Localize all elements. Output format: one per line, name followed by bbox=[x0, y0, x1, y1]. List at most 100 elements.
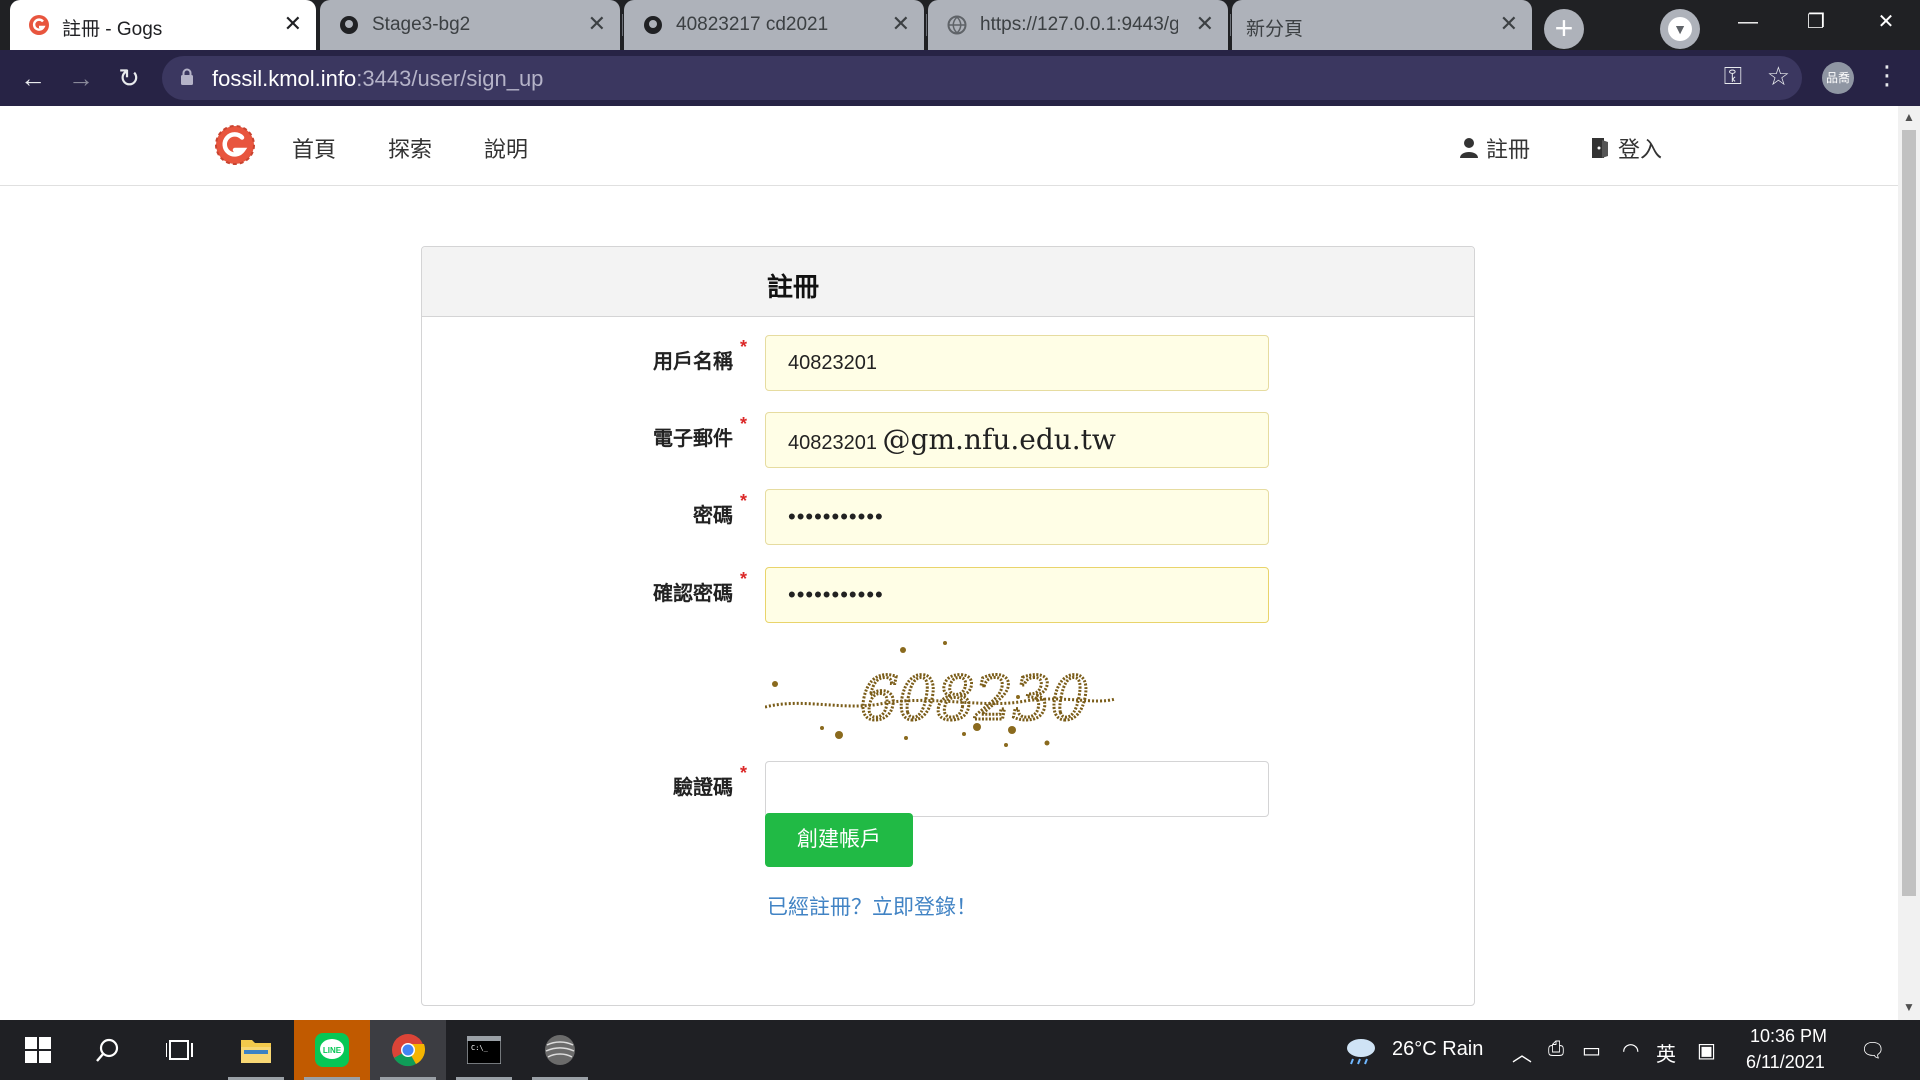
password-label-text: 密碼 bbox=[693, 505, 733, 527]
email-label-text: 電子郵件 bbox=[653, 428, 733, 450]
battery-icon[interactable]: ▭ bbox=[1582, 1038, 1601, 1063]
tab-close-icon[interactable]: ✕ bbox=[588, 11, 606, 37]
url-text: fossil.kmol.info:3443/user/sign_up bbox=[212, 66, 543, 92]
clock-time[interactable]: 10:36 PM bbox=[1750, 1026, 1827, 1047]
chrome-icon[interactable] bbox=[370, 1020, 446, 1080]
reload-icon[interactable]: ↻ bbox=[112, 61, 146, 95]
weather-text[interactable]: 26°C Rain bbox=[1392, 1038, 1483, 1061]
email-value-prefix: 40823201 bbox=[788, 432, 877, 454]
page-viewport: 首頁 探索 說明 註冊 登入 註冊 用戶名稱 * 40823201 電子郵件 * 4… bbox=[0, 106, 1898, 1020]
nav-help-link[interactable]: 說明 bbox=[484, 132, 528, 164]
new-tab-button[interactable]: + bbox=[1544, 9, 1584, 49]
close-window-icon[interactable]: ✕ bbox=[1852, 0, 1920, 44]
browser-tab-newtab[interactable]: 新分頁 ✕ bbox=[1232, 0, 1532, 50]
tab-title: https://127.0.0.1:9443/ge bbox=[980, 14, 1178, 35]
forward-icon[interactable]: → bbox=[64, 61, 98, 95]
form-header: 註冊 bbox=[422, 247, 1474, 317]
scroll-down-icon[interactable]: ▼ bbox=[1903, 1000, 1915, 1014]
browser-tab-strip: 註冊 - Gogs ✕ Stage3-bg2 ✕ 40823217 cd2021… bbox=[0, 0, 1920, 50]
already-registered-signin-link[interactable]: 已經註冊？立即登錄！ bbox=[767, 891, 977, 921]
line-app-icon[interactable]: LINE bbox=[294, 1020, 370, 1080]
minimize-icon[interactable]: — bbox=[1714, 0, 1782, 44]
form-title: 註冊 bbox=[767, 272, 820, 302]
required-mark: * bbox=[739, 569, 747, 589]
wifi-icon[interactable]: ◠ bbox=[1622, 1038, 1639, 1063]
site-header: 首頁 探索 說明 註冊 登入 bbox=[0, 106, 1898, 186]
key-icon[interactable]: ⚿ bbox=[1724, 63, 1742, 91]
tab-close-icon[interactable]: ✕ bbox=[1500, 11, 1518, 37]
restore-icon[interactable]: ❐ bbox=[1782, 0, 1850, 44]
tab-search-button[interactable]: ▼ bbox=[1660, 9, 1700, 49]
tab-close-icon[interactable]: ✕ bbox=[1196, 11, 1214, 37]
browser-tab-localhost[interactable]: https://127.0.0.1:9443/ge ✕ bbox=[928, 0, 1228, 50]
bookmark-star-icon[interactable]: ☆ bbox=[1767, 61, 1790, 92]
app-sphere-icon[interactable] bbox=[522, 1020, 598, 1080]
captcha-image: 608230 bbox=[765, 641, 1115, 747]
password-input[interactable]: ••••••••••• bbox=[765, 489, 1269, 545]
tab-separator bbox=[926, 14, 927, 36]
create-account-button[interactable]: 創建帳戶 bbox=[765, 813, 913, 867]
nav-home-link[interactable]: 首頁 bbox=[292, 132, 336, 164]
nav-register-label: 註冊 bbox=[1486, 137, 1531, 162]
retype-password-input[interactable]: ••••••••••• bbox=[765, 567, 1269, 623]
browser-tab-gogs[interactable]: 註冊 - Gogs ✕ bbox=[10, 0, 316, 50]
captcha-label: 驗證碼 * bbox=[533, 763, 747, 800]
required-mark: * bbox=[739, 491, 747, 511]
file-explorer-icon[interactable] bbox=[218, 1020, 294, 1080]
nav-register-link[interactable]: 註冊 bbox=[1460, 132, 1530, 164]
tab-title: 新分頁 bbox=[1246, 19, 1304, 40]
meet-now-icon[interactable]: ⎙ bbox=[1548, 1038, 1564, 1061]
browser-tab-cd2021[interactable]: 40823217 cd2021 ✕ bbox=[624, 0, 924, 50]
github-icon bbox=[338, 14, 360, 36]
required-mark: * bbox=[739, 414, 747, 434]
user-icon bbox=[1460, 138, 1478, 158]
required-mark: * bbox=[739, 763, 747, 783]
windows-taskbar: LINE C:\_ 26°C Rain ︿ ⎙ ▭ ◠ 英 ▣ 10:36 PM… bbox=[0, 1020, 1920, 1080]
browser-menu-icon[interactable]: ⋮ bbox=[1874, 60, 1900, 91]
github-icon bbox=[642, 14, 664, 36]
address-bar[interactable]: fossil.kmol.info:3443/user/sign_up ⚿ ☆ bbox=[162, 56, 1802, 100]
svg-text:C:\_: C:\_ bbox=[471, 1044, 489, 1052]
nav-explore-link[interactable]: 探索 bbox=[388, 132, 432, 164]
terminal-icon[interactable]: C:\_ bbox=[446, 1020, 522, 1080]
task-view-icon[interactable] bbox=[142, 1020, 218, 1080]
show-hidden-icons-icon[interactable]: ︿ bbox=[1512, 1038, 1532, 1067]
back-icon[interactable]: ← bbox=[16, 61, 50, 95]
username-input[interactable]: 40823201 bbox=[765, 335, 1269, 391]
profile-avatar[interactable]: 品喬 bbox=[1822, 62, 1854, 94]
globe-icon bbox=[946, 14, 968, 36]
username-label: 用戶名稱 * bbox=[533, 337, 747, 374]
ime-mode-icon[interactable]: ▣ bbox=[1697, 1038, 1716, 1063]
captcha-input[interactable] bbox=[765, 761, 1269, 817]
scroll-up-icon[interactable]: ▲ bbox=[1903, 110, 1915, 124]
lock-icon bbox=[181, 68, 193, 85]
search-icon[interactable] bbox=[70, 1020, 146, 1080]
windows-start-icon[interactable] bbox=[0, 1020, 76, 1080]
tab-separator bbox=[622, 14, 623, 36]
password-label: 密碼 * bbox=[533, 491, 747, 528]
tab-close-icon[interactable]: ✕ bbox=[284, 11, 302, 37]
gogs-favicon-icon bbox=[28, 14, 50, 36]
scrollbar-thumb[interactable] bbox=[1902, 130, 1916, 896]
url-path: :3443/user/sign_up bbox=[356, 66, 544, 91]
tab-close-icon[interactable]: ✕ bbox=[892, 11, 910, 37]
username-label-text: 用戶名稱 bbox=[653, 351, 733, 373]
captcha-label-text: 驗證碼 bbox=[673, 777, 733, 799]
nav-login-link[interactable]: 登入 bbox=[1590, 132, 1662, 164]
browser-toolbar: ← → ↻ fossil.kmol.info:3443/user/sign_up… bbox=[0, 50, 1920, 106]
weather-cloud-icon[interactable] bbox=[1340, 1020, 1382, 1080]
notifications-icon[interactable]: 🗨 bbox=[1860, 1038, 1885, 1063]
chevron-down-icon: ▼ bbox=[1668, 17, 1692, 41]
nav-login-label: 登入 bbox=[1618, 137, 1663, 162]
url-host: fossil.kmol.info bbox=[212, 66, 357, 91]
email-input[interactable]: 40823201 @gm.nfu.edu.tw bbox=[765, 412, 1269, 468]
tab-separator bbox=[1230, 14, 1231, 36]
captcha-text: 608230 bbox=[860, 664, 1089, 734]
ime-indicator[interactable]: 英 bbox=[1656, 1038, 1676, 1067]
gogs-logo-icon[interactable] bbox=[214, 124, 256, 166]
svg-text:LINE: LINE bbox=[323, 1046, 342, 1055]
page-scrollbar[interactable]: ▲ ▼ bbox=[1898, 106, 1920, 1020]
browser-tab-stage3[interactable]: Stage3-bg2 ✕ bbox=[320, 0, 620, 50]
sign-in-icon bbox=[1592, 138, 1608, 158]
clock-date[interactable]: 6/11/2021 bbox=[1746, 1052, 1825, 1073]
